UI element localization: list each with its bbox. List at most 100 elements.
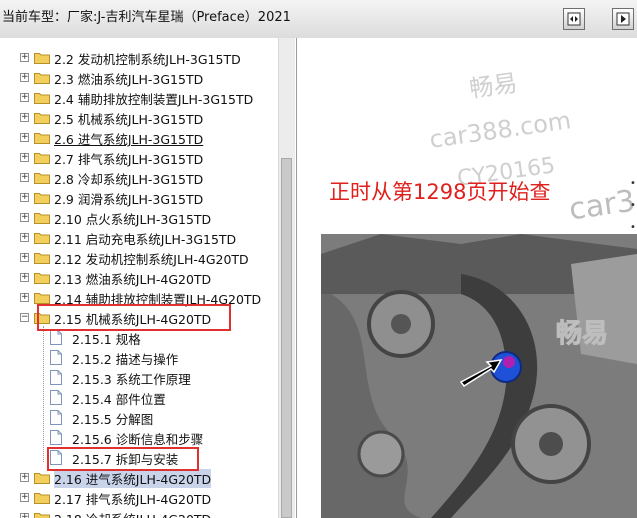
tree-guide-line <box>43 326 44 462</box>
tree-item-label: 2.10 点火系统JLH-3G15TD <box>54 212 212 227</box>
tree-folder-item[interactable]: +2.16 进气系统JLH-4G20TD <box>0 468 278 488</box>
next-page-button[interactable] <box>612 8 634 30</box>
expand-icon[interactable]: + <box>20 53 29 62</box>
tree-folder-item[interactable]: +2.8 冷却系统JLH-3G15TD <box>0 168 278 188</box>
tree-folder-item[interactable]: +2.10 点火系统JLH-3G15TD <box>0 208 278 228</box>
tree-item-label: 2.13 燃油系统JLH-4G20TD <box>54 272 212 287</box>
page-icon <box>50 430 62 445</box>
tree-item-label: 2.15.5 分解图 <box>72 412 154 427</box>
watermark-text: 畅易 <box>556 319 608 349</box>
folder-icon <box>34 173 50 184</box>
engine-diagram: 畅易 <box>321 234 637 518</box>
tree-item-label: 2.3 燃油系统JLH-3G15TD <box>54 72 204 87</box>
page-icon <box>50 410 62 425</box>
folder-icon <box>34 293 50 304</box>
tree-item-label: 2.12 发动机控制系统JLH-4G20TD <box>54 252 249 267</box>
vehicle-title: 当前车型：厂家:J-吉利汽车星瑞（Preface）2021 <box>2 10 291 25</box>
top-toolbar: 当前车型：厂家:J-吉利汽车星瑞（Preface）2021 <box>0 0 637 39</box>
timing-notice: 正时从第1298页开始查 <box>329 180 551 204</box>
expand-icon[interactable]: + <box>20 493 29 502</box>
tree-item-label: 2.17 排气系统JLH-4G20TD <box>54 492 212 507</box>
folder-icon <box>34 473 50 484</box>
folder-icon <box>34 233 50 244</box>
page-icon <box>50 330 62 345</box>
collapse-icon[interactable]: − <box>20 313 29 322</box>
watermark-text: 畅易 <box>467 68 520 104</box>
tree-item-label: 2.15.4 部件位置 <box>72 392 166 407</box>
watermark-text: car388.com <box>427 106 573 154</box>
tree-item-label: 2.8 冷却系统JLH-3G15TD <box>54 172 204 187</box>
folder-icon <box>34 133 50 144</box>
folder-icon <box>34 213 50 224</box>
tree-leaf-item[interactable]: 2.15.3 系统工作原理 <box>0 368 278 388</box>
tree-leaf-item[interactable]: 2.15.4 部件位置 <box>0 388 278 408</box>
expand-icon[interactable]: + <box>20 173 29 182</box>
highlight-box <box>47 447 199 471</box>
tree-leaf-item[interactable]: 2.15.5 分解图 <box>0 408 278 428</box>
tree-folder-item[interactable]: +2.7 排气系统JLH-3G15TD <box>0 148 278 168</box>
tree-item-label: 2.2 发动机控制系统JLH-3G15TD <box>54 52 241 67</box>
tree-item-label: 2.6 进气系统JLH-3G15TD <box>54 132 204 147</box>
scrollbar-thumb[interactable] <box>281 158 292 518</box>
tree-folder-item[interactable]: +2.13 燃油系统JLH-4G20TD <box>0 268 278 288</box>
expand-icon[interactable]: + <box>20 513 29 518</box>
expand-icon[interactable]: + <box>20 213 29 222</box>
folder-icon <box>34 493 50 504</box>
expand-icon[interactable]: + <box>20 193 29 202</box>
expand-icon[interactable]: + <box>20 153 29 162</box>
tree-folder-item[interactable]: +2.18 冷却系统JLH-4G20TD <box>0 508 278 518</box>
tree-folder-item[interactable]: +2.3 燃油系统JLH-3G15TD <box>0 68 278 88</box>
folder-icon <box>34 153 50 164</box>
folder-icon <box>34 73 50 84</box>
watermark-text: car3 <box>566 183 637 228</box>
tree-item-label: 2.11 启动充电系统JLH-3G15TD <box>54 232 237 247</box>
tree-scrollbar[interactable] <box>278 38 295 518</box>
folder-icon <box>34 513 50 518</box>
expand-icon[interactable]: + <box>20 473 29 482</box>
tree-item-label: 2.9 润滑系统JLH-3G15TD <box>54 192 204 207</box>
tree-item-label: 2.18 冷却系统JLH-4G20TD <box>54 509 211 518</box>
folder-icon <box>34 253 50 264</box>
tree-item-label: 2.7 排气系统JLH-3G15TD <box>54 152 204 167</box>
tree-folder-item[interactable]: +2.6 进气系统JLH-3G15TD <box>0 128 278 148</box>
tree-item-label: 2.15.2 描述与操作 <box>72 352 179 367</box>
expand-icon[interactable]: + <box>20 273 29 282</box>
tree-item-label: 2.15.1 规格 <box>72 332 141 347</box>
tree-item-label: 2.15.3 系统工作原理 <box>72 372 191 387</box>
folder-icon <box>34 193 50 204</box>
page-icon <box>50 390 62 405</box>
tree-leaf-item[interactable]: 2.15.1 规格 <box>0 328 278 348</box>
content-panel: 畅易 car388.com CY20165 car3 正时从第1298页开始查 … <box>297 38 637 518</box>
folder-icon <box>34 273 50 284</box>
folder-icon <box>34 93 50 104</box>
next-page-icon <box>616 12 630 26</box>
tree-folder-item[interactable]: +2.5 机械系统JLH-3G15TD <box>0 108 278 128</box>
tree-item-label: 2.5 机械系统JLH-3G15TD <box>54 112 204 127</box>
expand-icon[interactable]: + <box>20 253 29 262</box>
tree-item-label: 2.15.6 诊断信息和步骤 <box>72 432 204 447</box>
highlight-box <box>37 304 231 331</box>
expand-icon[interactable]: + <box>20 113 29 122</box>
expand-icon[interactable]: + <box>20 133 29 142</box>
folder-icon <box>34 53 50 64</box>
tree-folder-item[interactable]: +2.9 润滑系统JLH-3G15TD <box>0 188 278 208</box>
page-icon <box>50 350 62 365</box>
tree-folder-item[interactable]: +2.17 排气系统JLH-4G20TD <box>0 488 278 508</box>
panel-toggle-button[interactable] <box>563 8 585 30</box>
expand-icon[interactable]: + <box>20 93 29 102</box>
expand-icon[interactable]: + <box>20 73 29 82</box>
page-icon <box>50 370 62 385</box>
tree-item-label: 2.4 辅助排放控制装置JLH-3G15TD <box>54 92 254 107</box>
tree-item-label: 2.16 进气系统JLH-4G20TD <box>54 469 212 488</box>
tree-panel: +2.2 发动机控制系统JLH-3G15TD +2.3 燃油系统JLH-3G15T… <box>0 38 297 518</box>
tree-leaf-item[interactable]: 2.15.2 描述与操作 <box>0 348 278 368</box>
tree-folder-item[interactable]: +2.4 辅助排放控制装置JLH-3G15TD <box>0 88 278 108</box>
folder-icon <box>34 113 50 124</box>
tree-folder-item[interactable]: +2.2 发动机控制系统JLH-3G15TD <box>0 48 278 68</box>
panel-toggle-icon <box>567 12 581 26</box>
expand-icon[interactable]: + <box>20 233 29 242</box>
expand-icon[interactable]: + <box>20 293 29 302</box>
tree-folder-item[interactable]: +2.12 发动机控制系统JLH-4G20TD <box>0 248 278 268</box>
tree-leaf-item[interactable]: 2.15.6 诊断信息和步骤 <box>0 428 278 448</box>
tree-folder-item[interactable]: +2.11 启动充电系统JLH-3G15TD <box>0 228 278 248</box>
